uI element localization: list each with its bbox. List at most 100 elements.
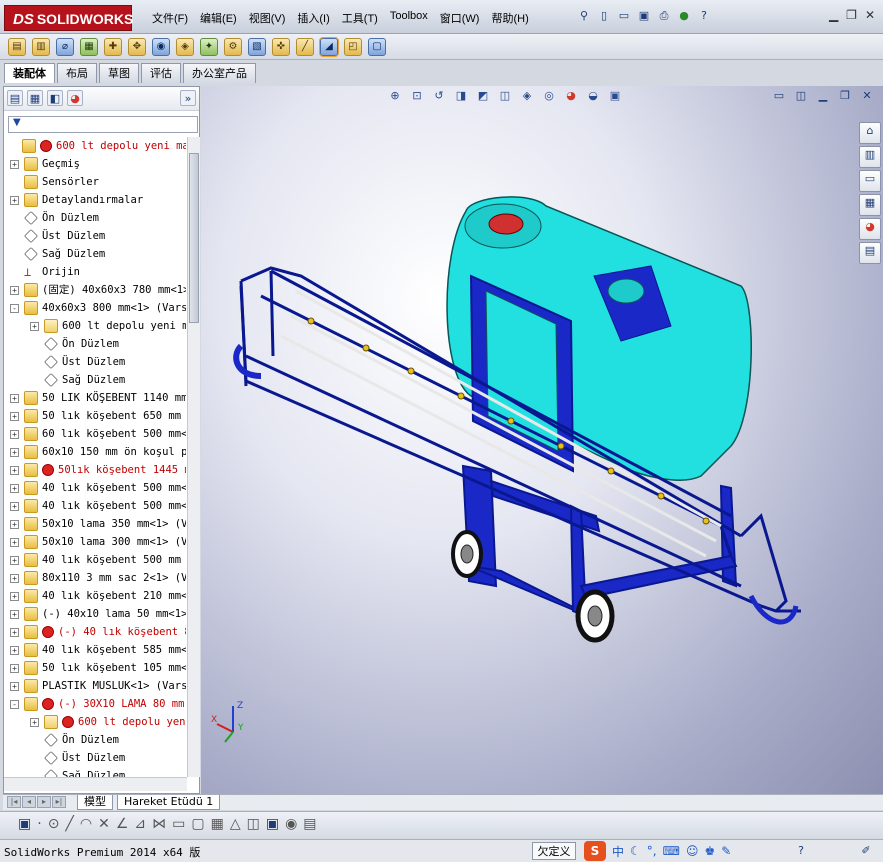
rectangle-icon[interactable]: ▭ [172, 816, 185, 832]
tree-node[interactable]: + (-) 40 lık köşebent 80 [4, 623, 186, 641]
command-tab[interactable]: 装配体 [4, 63, 55, 83]
ime-logo[interactable]: S [584, 841, 606, 861]
tools-icon[interactable]: ✎ [721, 844, 731, 858]
menu-item[interactable]: 文件(F) [146, 10, 194, 26]
tree-node[interactable]: +50 lık köşebent 105 mm<1 [4, 659, 186, 677]
expand-icon[interactable]: + [10, 646, 19, 655]
tree-node[interactable]: +60 lık köşebent 500 mm<1 [4, 425, 186, 443]
rebuild-icon[interactable]: ● [676, 8, 692, 24]
box-view-icon[interactable]: ◫ [247, 816, 260, 832]
move-component-icon[interactable]: ✥ [128, 38, 146, 56]
tree-node[interactable]: +40 lık köşebent 210 mm<3 [4, 587, 186, 605]
tree-node[interactable]: +60x10 150 mm ön koşul pl [4, 443, 186, 461]
close-icon[interactable]: ✕ [865, 8, 875, 22]
ime-language[interactable]: 中 [612, 843, 624, 860]
keyboard-icon[interactable]: ⌨ [663, 844, 680, 858]
smart-fasteners-icon[interactable]: ✚ [104, 38, 122, 56]
tree-node[interactable]: +600 lt depolu yeni m [4, 317, 186, 335]
tree-node[interactable]: +600 lt depolu yen [4, 713, 186, 731]
tree-filter[interactable]: ▼ [8, 116, 198, 133]
tree-node[interactable]: +50 LIK KÖŞEBENT 1140 mm [4, 389, 186, 407]
punctuation-icon[interactable]: °, [647, 844, 657, 858]
help-icon[interactable]: ? [696, 8, 712, 24]
tree-node[interactable]: - 40x60x3 800 mm<1> (Varsa [4, 299, 186, 317]
save-icon[interactable]: ▣ [636, 8, 652, 24]
mirror-icon[interactable]: ⋈ [152, 816, 166, 832]
instant3d-icon[interactable]: ◢ [319, 37, 339, 57]
expand-icon[interactable]: + [30, 718, 39, 727]
explode-line-sketch-icon[interactable]: ╱ [296, 38, 314, 56]
view-palette-icon[interactable]: ▦ [859, 194, 881, 216]
new-motion-study-icon[interactable]: ⚙ [224, 38, 242, 56]
grid-icon[interactable]: ▦ [211, 816, 224, 832]
smart-dimension-icon[interactable]: ⊿ [134, 816, 146, 832]
assembly-features-icon[interactable]: ◈ [176, 38, 194, 56]
menu-item[interactable]: 插入(I) [291, 10, 335, 26]
menu-item[interactable]: 工具(T) [336, 10, 384, 26]
menu-item[interactable]: 编辑(E) [194, 10, 243, 26]
reference-geometry-icon[interactable]: ✦ [200, 38, 218, 56]
last-tab-icon[interactable]: ▸| [52, 796, 66, 808]
arc-icon[interactable]: ◠ [80, 816, 92, 832]
show-hidden-icon[interactable]: ◉ [152, 38, 170, 56]
expand-icon[interactable]: + [10, 196, 19, 205]
expand-icon[interactable]: + [10, 682, 19, 691]
menu-item[interactable]: 帮助(H) [485, 10, 534, 26]
graphics-area[interactable]: ⊕ ⊡ ↺ ◨ ◩ ◫ ◈ ◎ ◕ ◒ ▣ ▭ ◫ ▁ ❐ ✕ ⌂ ▥ ▭ ▦ … [201, 86, 883, 796]
pin-icon[interactable]: ⚲ [576, 8, 592, 24]
mate-icon[interactable]: ⌀ [56, 38, 74, 56]
expand-icon[interactable]: + [10, 610, 19, 619]
feature-tree-icon[interactable]: ▤ [7, 90, 23, 106]
tree-node[interactable]: Ön Düzlem [4, 335, 186, 353]
tree-node[interactable]: +40 lık köşebent 500 mm 2 [4, 551, 186, 569]
custom-properties-icon[interactable]: ▤ [859, 242, 881, 264]
expand-panel-icon[interactable]: » [180, 90, 196, 106]
line-icon[interactable]: ╱ [65, 816, 73, 832]
tree-node[interactable]: + PLASTIK MUSLUK<1> (Varsa [4, 677, 186, 695]
expand-icon[interactable]: + [10, 592, 19, 601]
appearances-icon[interactable]: ◕ [859, 218, 881, 240]
tree-node[interactable]: Sağ Düzlem [4, 767, 186, 777]
expand-icon[interactable]: + [10, 538, 19, 547]
command-tab[interactable]: 布局 [57, 63, 97, 83]
expand-icon[interactable]: + [10, 556, 19, 565]
collapse-icon[interactable]: - [10, 700, 19, 709]
property-manager-icon[interactable]: ▦ [27, 90, 43, 106]
expand-icon[interactable]: + [10, 394, 19, 403]
first-tab-icon[interactable]: |◂ [7, 796, 21, 808]
moon-icon[interactable]: ☾ [630, 844, 641, 858]
user-icon[interactable]: ☺ [686, 844, 699, 858]
tree-node[interactable]: 600 lt depolu yeni makin [4, 137, 186, 155]
tree-node[interactable]: Ön Düzlem [4, 209, 186, 227]
tree-horizontal-scrollbar[interactable] [4, 777, 187, 791]
tree-node[interactable]: + Detaylandırmalar [4, 191, 186, 209]
solidworks-logo[interactable]: DS SOLIDWORKS [4, 5, 133, 31]
expand-icon[interactable]: + [10, 484, 19, 493]
speedpak-icon[interactable]: ◰ [344, 38, 362, 56]
menu-item[interactable]: Toolbox [384, 10, 434, 26]
new-document-icon[interactable]: ▯ [596, 8, 612, 24]
trim-icon[interactable]: ✕ [98, 816, 110, 832]
menu-item[interactable]: 窗口(W) [434, 10, 486, 26]
restore-icon[interactable]: ❐ [846, 8, 857, 22]
tree-node[interactable]: +50lık köşebent 1445 mm [4, 461, 186, 479]
resources-home-icon[interactable]: ⌂ [859, 122, 881, 144]
tree-node[interactable]: +40 lık köşebent 500 mm<2 [4, 497, 186, 515]
tree-node[interactable]: +50x10 lama 300 mm<1> (V [4, 533, 186, 551]
expand-icon[interactable]: + [10, 448, 19, 457]
insert-component-icon[interactable]: ▤ [8, 38, 26, 56]
cube-view-icon[interactable]: ▣ [266, 816, 279, 832]
tree-node[interactable]: +40 lık köşebent 585 mm<1 [4, 641, 186, 659]
snapshot-icon[interactable]: ▢ [368, 38, 386, 56]
tree-node[interactable]: Sensörler [4, 173, 186, 191]
shirt-icon[interactable]: ♚ [704, 844, 715, 858]
print-icon[interactable]: ⎙ [656, 8, 672, 24]
tree-node[interactable]: ⊥ Orijin [4, 263, 186, 281]
tree-node[interactable]: +50x10 lama 350 mm<1> (V [4, 515, 186, 533]
camera-icon[interactable]: ◉ [285, 816, 297, 832]
tree-node[interactable]: Sağ Düzlem [4, 245, 186, 263]
prev-tab-icon[interactable]: ◂ [22, 796, 36, 808]
tab-model[interactable]: 模型 [77, 795, 113, 810]
expand-icon[interactable]: + [10, 628, 19, 637]
expand-icon[interactable]: + [10, 412, 19, 421]
